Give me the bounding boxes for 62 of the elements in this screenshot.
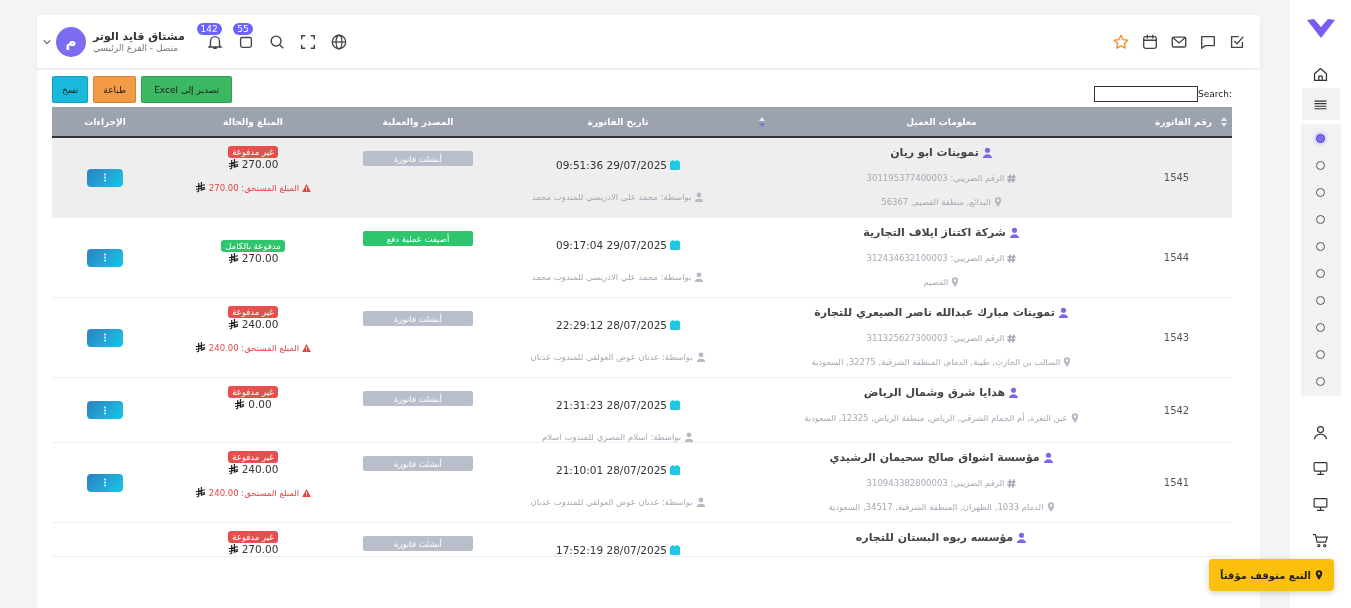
amount-due: المبلغ المستحق: 270.00 [208, 182, 300, 193]
amount: 270.00 [241, 543, 279, 555]
source-badge: أنشئت فاتورة [363, 456, 473, 471]
created-by: بواسطة: اسلام المصري للمندوب اسلام [541, 432, 682, 442]
amount: 240.00 [241, 318, 279, 330]
customer-address: الدمام 1033, الظهران, المنطقة الشرقية, 34517, السعودية [828, 502, 1044, 512]
customer-name: مؤسسة اشواق صالح سحيمان الرشيدي [829, 451, 1040, 464]
customer-address: السالب بن الحارث, طيبة, الدمام, المنطقة الشرقية, 32275, السعودية [811, 357, 1061, 367]
customer-name: مؤسسه ربوه البستان للتجاره [855, 531, 1014, 544]
customer-address: البدائع, منطقة القصيم, 56367 [881, 197, 991, 207]
customer-name: تموينات ابو ريان [890, 146, 979, 159]
toolbar-button[interactable]: نسخ [52, 76, 89, 103]
tax-number: الرقم الضريبي: 312434632100003 [866, 253, 1005, 263]
source-badge: أنشئت فاتورة [363, 151, 473, 166]
amount: 270.00 [241, 158, 279, 170]
amount: 0.00 [248, 398, 272, 410]
source-badge: أضيفت عملية دفع [363, 231, 473, 246]
customer-address: القصيم [923, 277, 949, 287]
amount: 270.00 [241, 252, 279, 264]
status-badge: غير مدفوعة [228, 451, 278, 463]
tax-number: الرقم الضريبي: 310943382800003 [866, 478, 1005, 488]
source-badge: أنشئت فاتورة [363, 536, 473, 551]
customer-address: عين الثغرة, أم الحمام الشرقي, الرياض, منطقة الرياض, 12325, السعودية [804, 413, 1068, 423]
invoice-date: 28/07/2025 21:10:01 [556, 464, 668, 476]
invoice-date: 29/07/2025 09:51:36 [556, 159, 668, 171]
invoice-date: 28/07/2025 22:29:12 [556, 319, 668, 331]
toolbar-button[interactable]: تصدير إلى Excel [141, 76, 232, 103]
user-status: متصل - الفرع الرئيسي [93, 43, 179, 53]
customer-name: شركة اكتناز ايلاف التجارية [863, 226, 1006, 239]
invoice-number: 1544 [1163, 252, 1190, 263]
customer-name: تموينات مبارك عبدالله ناصر الصيعري للتجارة [814, 306, 1055, 319]
status-badge: غير مدفوعة [228, 386, 278, 398]
created-by: بواسطة: عدنان عوض العولقي للمندوب عدنان [530, 352, 693, 362]
tracking-status-badge[interactable]: التبع متوقف مؤقتاً [1209, 559, 1334, 591]
user-avatar[interactable]: م [56, 26, 86, 57]
created-by: بواسطة: عدنان عوض العولقي للمندوب عدنان [530, 497, 693, 507]
tax-number: الرقم الضريبي: 311325627300003 [866, 333, 1005, 343]
user-name: مشتاق قايد الوتر [93, 30, 185, 43]
toolbar-button[interactable]: طباعة [93, 76, 137, 103]
invoice-number: 1541 [1163, 477, 1190, 488]
invoice-date: 28/07/2025 21:31:23 [556, 399, 668, 411]
created-by: بواسطة: محمد علي الادريسي للمندوب محمد [531, 272, 692, 282]
invoice-number: 1542 [1163, 404, 1190, 416]
status-badge: غير مدفوعة [228, 531, 278, 543]
amount: 240.00 [241, 463, 279, 475]
status-badge: غير مدفوعة [228, 146, 278, 158]
source-badge: أنشئت فاتورة [363, 311, 473, 326]
message-count: 55 [233, 22, 253, 35]
status-badge: غير مدفوعة [228, 306, 278, 318]
source-badge: أنشئت فاتورة [363, 391, 473, 406]
created-by: بواسطة: محمد علي الادريسي للمندوب محمد [531, 192, 692, 202]
invoice-number: 1545 [1163, 172, 1190, 183]
invoice-date: 28/07/2025 17:52:19 [556, 544, 668, 556]
notification-count: 142 [196, 22, 222, 35]
amount-due: المبلغ المستحق: 240.00 [208, 342, 300, 353]
invoice-date: 29/07/2025 09:17:04 [556, 239, 668, 251]
amount-due: المبلغ المستحق: 240.00 [208, 487, 300, 498]
invoice-number: 1543 [1163, 332, 1190, 343]
status-badge: مدفوعة بالكامل [221, 240, 285, 252]
tax-number: الرقم الضريبي: 301195377400003 [866, 173, 1005, 183]
customer-name: هدايا شرق وشمال الرياض [863, 386, 1006, 399]
search-label: Search: [1198, 89, 1232, 99]
